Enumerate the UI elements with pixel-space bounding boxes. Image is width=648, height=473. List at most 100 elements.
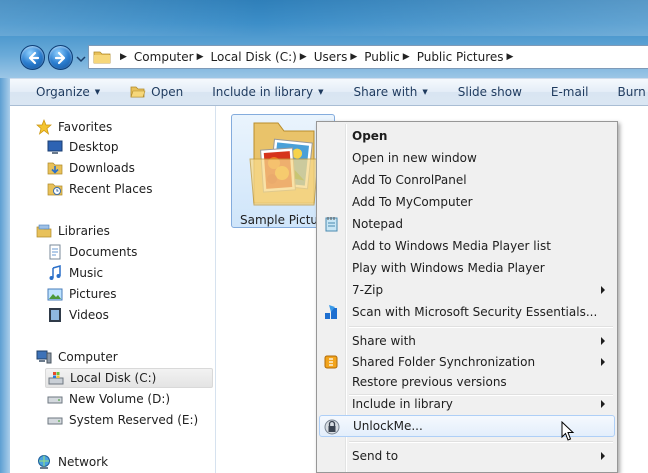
mouse-cursor-icon [561, 421, 575, 441]
music-icon [49, 265, 61, 280]
menu-item-send-to[interactable]: Send to [319, 445, 615, 467]
chevron-right-icon[interactable]: ▶ [507, 52, 514, 62]
burn-button[interactable]: Burn [618, 79, 646, 105]
command-bar: Organize ▼ Open Include in library ▼ Share… [10, 78, 648, 106]
menu-item-label: Send to [352, 449, 399, 463]
star-icon [36, 119, 52, 135]
menu-item-restore-versions[interactable]: Restore previous versions [319, 371, 615, 393]
nav-documents[interactable]: Documents [47, 242, 137, 262]
email-label: E-mail [550, 85, 589, 99]
window-border [0, 78, 10, 473]
submenu-arrow-icon [601, 358, 605, 366]
open-button[interactable]: Open [130, 79, 183, 105]
menu-item-add-controlpanel[interactable]: Add To ConrolPanel [319, 169, 615, 191]
burn-label: Burn [617, 85, 646, 99]
address-bar[interactable]: ▶ Computer ▶ Local Disk (C:) ▶ Users ▶ P… [88, 45, 648, 69]
chevron-right-icon[interactable]: ▶ [120, 52, 127, 62]
menu-item-open-new-window[interactable]: Open in new window [319, 147, 615, 169]
nav-music[interactable]: Music [47, 263, 103, 283]
sync-icon [324, 355, 338, 369]
include-in-library-label: Include in library [212, 85, 314, 99]
menu-item-label: Share with [352, 334, 416, 348]
open-folder-icon [130, 86, 146, 98]
forward-button[interactable] [48, 45, 73, 70]
menu-item-open[interactable]: Open [319, 125, 615, 147]
nav-label: Downloads [69, 161, 135, 175]
menu-item-add-wmp-list[interactable]: Add to Windows Media Player list [319, 235, 615, 257]
nav-desktop[interactable]: Desktop [47, 137, 119, 157]
nav-new-volume[interactable]: New Volume (D:) [47, 389, 170, 409]
chevron-right-icon[interactable]: ▶ [197, 52, 204, 62]
menu-item-share-with[interactable]: Share with [319, 330, 615, 352]
nav-label: Network [58, 455, 109, 469]
drive-icon [47, 396, 63, 404]
recent-places-icon [47, 183, 63, 196]
organize-label: Organize [36, 85, 90, 99]
nav-label: System Reserved (E:) [69, 413, 199, 427]
menu-item-label: Shared Folder Synchronization [352, 355, 536, 369]
desktop-icon [47, 140, 63, 154]
breadcrumb-users[interactable]: Users [314, 50, 348, 64]
slide-show-button[interactable]: Slide show [458, 79, 522, 105]
submenu-arrow-icon [601, 400, 605, 408]
menu-item-label: Include in library [352, 397, 453, 411]
chevron-right-icon[interactable]: ▶ [300, 52, 307, 62]
nav-label: Pictures [69, 287, 117, 301]
menu-item-label: Scan with Microsoft Security Essentials.… [352, 305, 598, 319]
notepad-icon [325, 217, 338, 232]
breadcrumb-computer[interactable]: Computer [134, 50, 194, 64]
nav-computer[interactable]: Computer [36, 347, 118, 367]
security-essentials-icon [325, 305, 337, 319]
submenu-arrow-icon [601, 337, 605, 345]
lock-icon [324, 419, 340, 435]
nav-label: New Volume (D:) [69, 392, 171, 406]
nav-local-disk[interactable]: Local Disk (C:) [45, 368, 213, 388]
nav-pictures[interactable]: Pictures [47, 284, 117, 304]
nav-system-reserved[interactable]: System Reserved (E:) [47, 410, 198, 430]
menu-item-label: Add To MyComputer [352, 195, 473, 209]
breadcrumb-local-disk[interactable]: Local Disk (C:) [211, 50, 297, 64]
nav-favorites[interactable]: Favorites [36, 117, 112, 137]
chevron-right-icon[interactable]: ▶ [350, 52, 357, 62]
nav-label: Recent Places [69, 182, 153, 196]
nav-recent-places[interactable]: Recent Places [47, 179, 152, 199]
menu-item-notepad[interactable]: Notepad [319, 213, 615, 235]
breadcrumb-public-pictures[interactable]: Public Pictures [417, 50, 504, 64]
chevron-right-icon[interactable]: ▶ [403, 52, 410, 62]
nav-label: Favorites [58, 120, 113, 134]
pictures-icon [47, 288, 63, 301]
organize-button[interactable]: Organize ▼ [36, 79, 100, 105]
nav-videos[interactable]: Videos [47, 305, 109, 325]
nav-downloads[interactable]: Downloads [47, 158, 135, 178]
menu-item-label: Play with Windows Media Player [352, 261, 545, 275]
menu-item-play-wmp[interactable]: Play with Windows Media Player [319, 257, 615, 279]
documents-icon [49, 244, 61, 260]
nav-libraries[interactable]: Libraries [36, 221, 110, 241]
email-button[interactable]: E-mail [551, 79, 589, 105]
picture-folder-icon [249, 122, 319, 206]
menu-item-include-in-library[interactable]: Include in library [319, 393, 615, 415]
nav-label: Documents [69, 245, 138, 259]
network-icon [38, 455, 50, 469]
arrow-left-icon [28, 51, 39, 64]
nav-label: Desktop [69, 140, 119, 154]
recent-pages-dropdown-icon[interactable] [76, 54, 86, 64]
nav-network[interactable]: Network [36, 452, 108, 472]
libraries-icon [36, 224, 52, 238]
back-button[interactable] [20, 45, 45, 70]
nav-label: Music [69, 266, 104, 280]
menu-item-label: UnlockMe... [353, 419, 423, 433]
menu-item-7zip[interactable]: 7-Zip [319, 279, 615, 301]
menu-item-scan-mse[interactable]: Scan with Microsoft Security Essentials.… [319, 301, 615, 323]
nav-label: Computer [58, 350, 118, 364]
slide-show-label: Slide show [457, 85, 522, 99]
menu-item-label: 7-Zip [352, 283, 384, 297]
dropdown-arrow-icon: ▼ [318, 88, 324, 96]
share-with-button[interactable]: Share with ▼ [353, 79, 427, 105]
include-in-library-button[interactable]: Include in library ▼ [212, 79, 323, 105]
menu-item-add-mycomputer[interactable]: Add To MyComputer [319, 191, 615, 213]
breadcrumb-public[interactable]: Public [364, 50, 400, 64]
menu-item-shared-folder-sync[interactable]: Shared Folder Synchronization [319, 351, 615, 373]
nav-label: Local Disk (C:) [70, 371, 157, 385]
menu-separator [349, 326, 613, 328]
